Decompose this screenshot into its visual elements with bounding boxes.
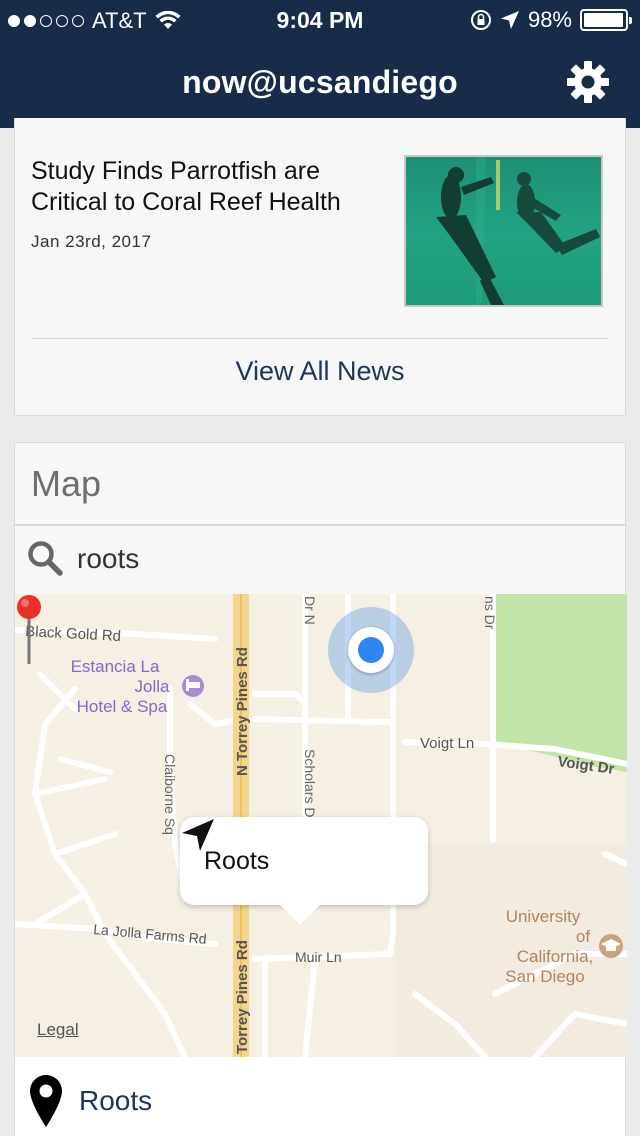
map-label-estancia-1: Estancia La — [71, 657, 160, 676]
map-label-ns-dr: ns Dr — [482, 596, 498, 630]
battery-fill — [584, 13, 624, 27]
map-label-ucsd-4: San Diego — [505, 967, 584, 986]
gear-icon[interactable] — [564, 58, 612, 106]
directions-icon[interactable] — [180, 817, 216, 853]
map-label-torrey-top: N Torrey Pines Rd — [234, 647, 251, 776]
view-all-news-button[interactable]: View All News — [15, 356, 625, 387]
university-icon — [599, 934, 623, 958]
news-divider — [31, 338, 609, 339]
search-icon — [28, 541, 63, 576]
status-bar: AT&T 9:04 PM 98% — [0, 0, 640, 40]
divers-image — [406, 157, 601, 305]
map-callout[interactable]: Roots — [180, 817, 428, 905]
map-label-voigt-ln: Voigt Ln — [420, 735, 474, 752]
hotel-icon — [182, 675, 204, 697]
battery-icon — [580, 9, 632, 31]
app-title: now@ucsandiego — [182, 64, 458, 100]
map-legal-link[interactable]: Legal — [37, 1020, 79, 1040]
result-label: Roots — [79, 1085, 153, 1116]
map-label-estancia-3: Hotel & Spa — [77, 697, 168, 716]
location-pin-icon — [30, 1075, 62, 1127]
battery-percent: 98% — [527, 7, 572, 32]
map-view[interactable]: Black Gold Rd Estancia La Jolla Hotel & … — [15, 594, 627, 1057]
map-label-estancia-2: Jolla — [135, 677, 171, 696]
map-heading: Map — [31, 463, 102, 504]
map-label-muir-ln: Muir Ln — [295, 949, 342, 965]
map-pin-icon[interactable] — [15, 594, 43, 666]
user-location-dot — [348, 627, 394, 673]
news-card: Study Finds Parrotfish are Critical to C… — [14, 118, 626, 416]
map-label-dr-n-top: Dr N — [302, 596, 318, 625]
location-arrow-icon — [500, 11, 519, 29]
map-card: Map roots Black Gold Rd Estancia La Joll… — [14, 442, 627, 1136]
news-date: Jan 23rd, 2017 — [31, 232, 152, 251]
map-search-input[interactable] — [77, 538, 597, 580]
rotation-lock-icon — [470, 10, 491, 30]
map-label-ucsd-2: of — [576, 927, 590, 946]
map-label-torrey-bottom: Torrey Pines Rd — [234, 940, 251, 1054]
map-label-ucsd-1: University — [506, 907, 581, 926]
status-right: 98% — [470, 7, 632, 33]
map-result-item[interactable]: Roots — [15, 1057, 625, 1136]
map-label-claiborne: Claiborne Sq — [162, 754, 178, 835]
map-label-ucsd-3: California, — [517, 947, 594, 966]
news-headline[interactable]: Study Finds Parrotfish are Critical to C… — [31, 156, 391, 218]
news-thumbnail[interactable] — [404, 155, 603, 307]
user-location-marker — [328, 607, 414, 693]
map-search-row — [15, 526, 625, 594]
app-header: AT&T 9:04 PM 98% now@ucsandiego — [0, 0, 640, 128]
